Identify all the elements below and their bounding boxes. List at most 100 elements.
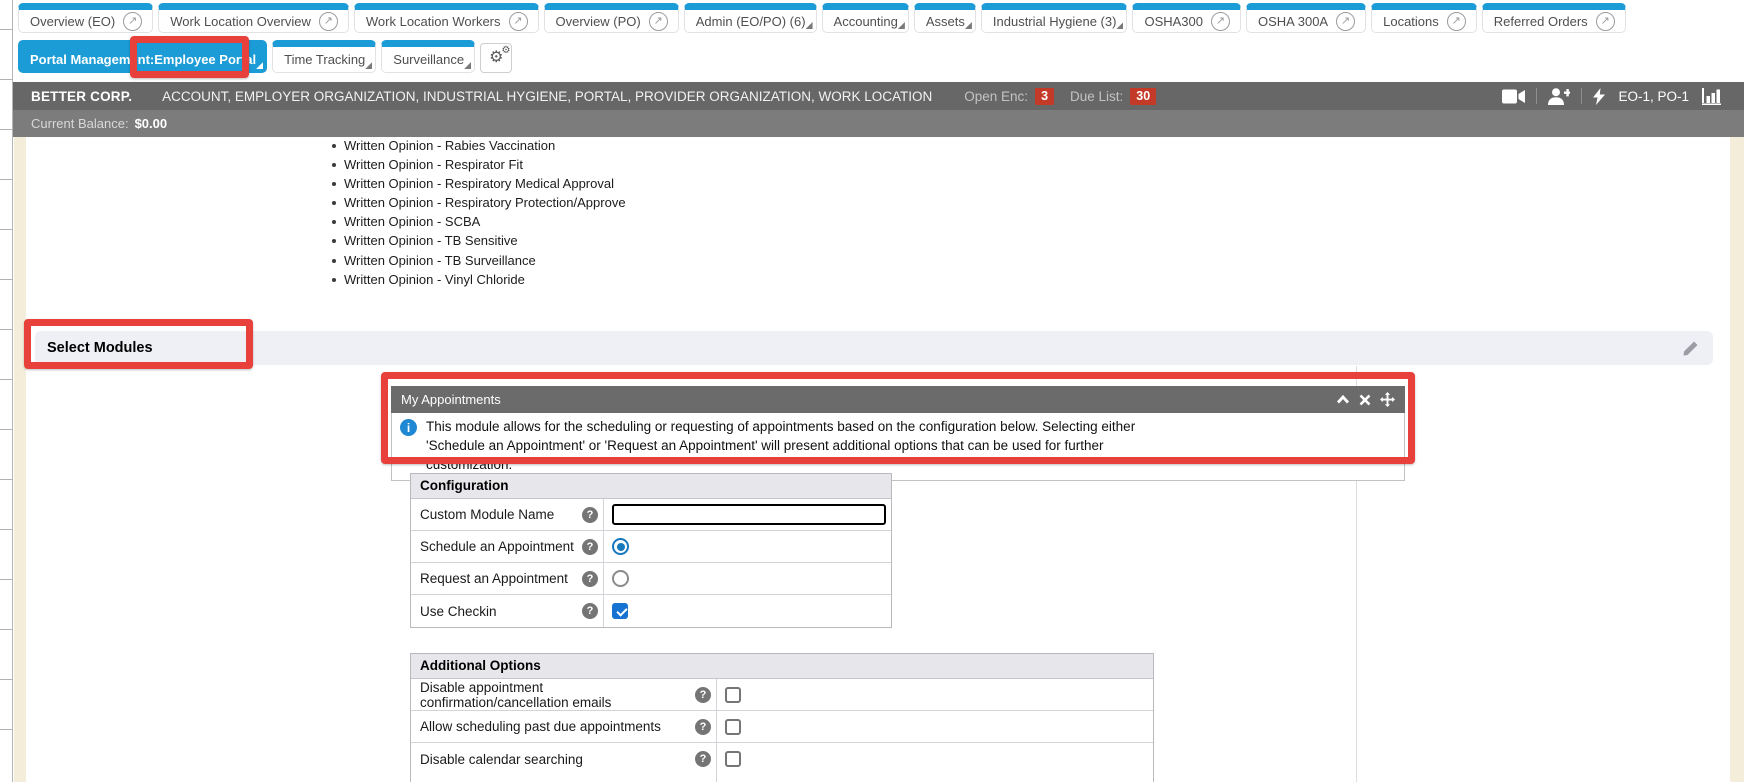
help-icon[interactable] — [695, 751, 711, 767]
dropdown-corner-icon — [898, 22, 905, 29]
additional-options-title: Additional Options — [411, 654, 1153, 679]
tab-settings-button[interactable]: ⚙ — [480, 43, 512, 73]
field-label: Disable calendar searching — [420, 752, 583, 767]
help-icon[interactable] — [582, 507, 598, 523]
field-label: Allow scheduling past due appointments — [420, 719, 661, 734]
written-opinion-item: Written Opinion - Rabies Vaccination — [330, 136, 626, 155]
written-opinion-item: Written Opinion - Vinyl Chloride — [330, 270, 626, 289]
field-label: Schedule an Appointment — [420, 539, 574, 554]
primary-tab[interactable]: Work Location Overview — [158, 3, 349, 33]
reports-chart-icon[interactable] — [1702, 88, 1722, 105]
edit-pencil-icon[interactable] — [1682, 340, 1699, 357]
written-opinion-list: Written Opinion - Rabies Vaccination Wri… — [330, 136, 626, 289]
open-in-new-window-icon[interactable] — [319, 12, 338, 31]
primary-tab[interactable]: Overview (EO) — [18, 3, 153, 33]
move-handle-icon[interactable] — [1380, 392, 1395, 407]
company-name: BETTER CORP. — [31, 89, 132, 104]
select-modules-header: Select Modules — [35, 331, 1713, 365]
close-icon[interactable] — [1359, 394, 1371, 406]
tab-portal-management-employee-portal[interactable]: Portal Management:Employee Portal — [18, 40, 267, 73]
balance-label: Current Balance: — [31, 116, 129, 131]
collapse-chevron-icon[interactable] — [1336, 394, 1350, 405]
tab-label: OSHA300 — [1144, 14, 1203, 29]
table-row: Disable calendar searching — [411, 743, 1153, 775]
option-checkbox[interactable] — [725, 751, 741, 767]
primary-tab[interactable]: Admin (EO/PO) (6) — [684, 3, 817, 33]
open-in-new-window-icon[interactable] — [1336, 12, 1355, 31]
open-in-new-window-icon[interactable] — [509, 12, 528, 31]
primary-tab[interactable]: OSHA 300A — [1246, 3, 1366, 33]
help-icon[interactable] — [582, 571, 598, 587]
header-icon-group: EO-1, PO-1 — [1502, 88, 1734, 105]
additional-options-rows: Disable appointment confirmation/cancell… — [411, 679, 1153, 775]
divider — [1536, 88, 1537, 104]
info-icon — [400, 419, 417, 436]
divider — [1581, 88, 1582, 104]
secondary-tab[interactable]: Time Tracking — [272, 40, 376, 73]
tab-label: Overview (EO) — [30, 14, 115, 29]
header-bar: BETTER CORP. ACCOUNT, EMPLOYER ORGANIZAT… — [13, 82, 1744, 110]
video-camera-icon[interactable] — [1502, 89, 1525, 104]
written-opinion-item: Written Opinion - SCBA — [330, 212, 626, 231]
option-checkbox[interactable] — [725, 687, 741, 703]
custom-module-name-input[interactable] — [612, 504, 886, 525]
schedule-appointment-radio[interactable] — [612, 538, 629, 555]
module-panel-header[interactable]: My Appointments — [391, 386, 1405, 413]
tab-label: OSHA 300A — [1258, 14, 1328, 29]
help-icon[interactable] — [695, 719, 711, 735]
use-checkin-checkbox[interactable] — [612, 603, 628, 619]
tab-label: Industrial Hygiene (3) — [993, 14, 1117, 29]
table-row: Use Checkin — [411, 595, 891, 627]
module-title: My Appointments — [401, 392, 1336, 407]
secondary-tabs-group: Time Tracking Surveillance — [272, 40, 475, 73]
left-rail-collapsed-tabs — [0, 0, 13, 782]
configuration-table: Configuration Custom Module Name Schedul… — [410, 473, 892, 628]
primary-tab[interactable]: Industrial Hygiene (3) — [981, 3, 1128, 33]
open-in-new-window-icon[interactable] — [1596, 12, 1615, 31]
help-icon[interactable] — [582, 603, 598, 619]
open-in-new-window-icon[interactable] — [123, 12, 142, 31]
open-in-new-window-icon[interactable] — [1211, 12, 1230, 31]
module-header-icons — [1336, 392, 1395, 407]
written-opinion-item: Written Opinion - Respirator Fit — [330, 155, 626, 174]
option-checkbox[interactable] — [725, 719, 741, 735]
due-list-badge[interactable]: 30 — [1130, 88, 1156, 105]
written-opinion-item: Written Opinion - TB Surveillance — [330, 251, 626, 270]
quick-actions-bolt-icon[interactable] — [1593, 88, 1605, 105]
primary-tab[interactable]: Referred Orders — [1482, 3, 1626, 33]
module-info-text: This module allows for the scheduling or… — [426, 417, 1191, 474]
context-breadcrumb: ACCOUNT, EMPLOYER ORGANIZATION, INDUSTRI… — [162, 89, 932, 104]
add-person-icon[interactable] — [1548, 88, 1570, 105]
dropdown-corner-icon — [256, 62, 263, 69]
secondary-tab[interactable]: Surveillance — [381, 40, 475, 73]
table-row: Custom Module Name — [411, 499, 891, 531]
tab-label: Work Location Workers — [366, 14, 501, 29]
field-label: Custom Module Name — [420, 507, 554, 522]
help-icon[interactable] — [695, 687, 711, 703]
cogs-icon: ⚙ — [489, 50, 503, 66]
select-modules-title: Select Modules — [47, 340, 153, 356]
request-appointment-radio[interactable] — [612, 570, 629, 587]
table-row-partial — [411, 775, 1153, 782]
org-context-label: EO-1, PO-1 — [1618, 89, 1689, 104]
primary-tab[interactable]: OSHA300 — [1132, 3, 1241, 33]
open-in-new-window-icon[interactable] — [1447, 12, 1466, 31]
field-label: Use Checkin — [420, 604, 497, 619]
tab-label: Time Tracking — [284, 52, 365, 67]
table-row: Request an Appointment — [411, 563, 891, 595]
tab-label: Overview (PO) — [556, 14, 641, 29]
tab-label: Referred Orders — [1494, 14, 1588, 29]
primary-tab[interactable]: Locations — [1371, 3, 1477, 33]
help-icon[interactable] — [582, 539, 598, 555]
dropdown-corner-icon — [965, 22, 972, 29]
open-enc-badge[interactable]: 3 — [1035, 88, 1054, 105]
tab-label: Assets — [926, 14, 965, 29]
primary-tab[interactable]: Overview (PO) — [544, 3, 679, 33]
dropdown-corner-icon — [806, 22, 813, 29]
app-page: Overview (EO) Work Location Overview Wor… — [0, 0, 1744, 782]
primary-tab[interactable]: Assets — [914, 3, 976, 33]
primary-tab[interactable]: Accounting — [822, 3, 909, 33]
primary-tab[interactable]: Work Location Workers — [354, 3, 539, 33]
open-in-new-window-icon[interactable] — [649, 12, 668, 31]
field-label: Request an Appointment — [420, 571, 568, 586]
